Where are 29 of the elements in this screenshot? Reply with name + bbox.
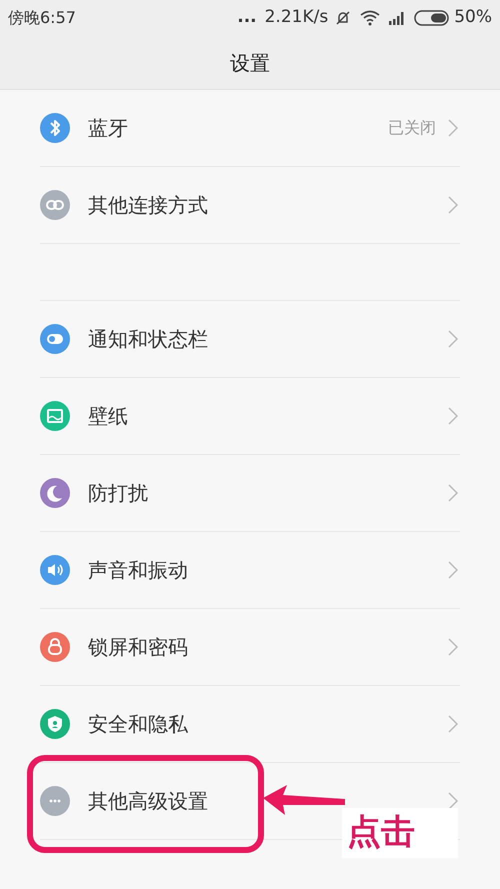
chevron-right-icon <box>448 561 458 579</box>
setting-label[interactable]: 通知和状态栏 <box>88 324 208 354</box>
chevron-right-icon <box>448 330 458 348</box>
chevron-right-icon <box>448 196 458 214</box>
status-time: 傍晚6:57 <box>8 7 76 29</box>
chevron-right-icon <box>448 638 458 656</box>
setting-label[interactable]: 锁屏和密码 <box>88 632 188 662</box>
setting-label[interactable]: 壁纸 <box>88 401 128 431</box>
muted-bell-icon <box>334 9 352 27</box>
annotation-label: 点击 <box>342 808 458 858</box>
chevron-right-icon <box>448 792 458 810</box>
setting-label[interactable]: 防打扰 <box>88 478 148 508</box>
chevron-right-icon <box>448 484 458 502</box>
status-dots: ... <box>237 6 257 30</box>
battery-percent: 50% <box>454 6 492 30</box>
chevron-right-icon <box>448 407 458 425</box>
setting-label[interactable]: 声音和振动 <box>88 555 188 585</box>
page-title: 设置 <box>230 50 270 76</box>
network-speed: 2.21K/s <box>264 6 328 30</box>
wifi-icon <box>360 10 380 26</box>
setting-label[interactable]: 安全和隐私 <box>88 709 188 739</box>
battery-icon <box>414 10 450 26</box>
setting-value: 已关闭 <box>388 117 436 139</box>
setting-label[interactable]: 其他连接方式 <box>88 190 208 220</box>
setting-label[interactable]: 其他高级设置 <box>88 786 208 816</box>
chevron-right-icon <box>448 119 458 137</box>
chevron-right-icon <box>448 715 458 733</box>
signal-icon <box>388 11 406 25</box>
setting-label[interactable]: 蓝牙 <box>88 113 128 143</box>
